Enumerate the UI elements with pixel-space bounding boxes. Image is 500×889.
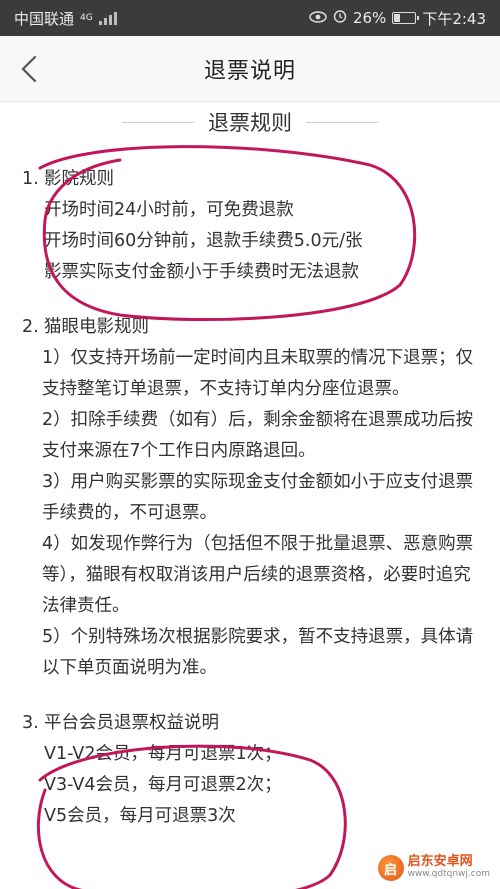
- status-bar: 中国联通 4G 26% 下午2:43: [0, 0, 500, 36]
- rule-title: 1. 影院规则: [22, 169, 114, 189]
- signal-icon: [98, 11, 117, 25]
- alarm-icon: [333, 9, 347, 27]
- rule-line: V3-V4会员，每月可退票2次；: [44, 775, 282, 795]
- watermark-name: 启东安卓网: [407, 854, 473, 869]
- rule-line: 1）仅支持开场前一定时间内且未取票的情况下退票；仅支持整笔订单退票，不支持订单内…: [42, 348, 474, 399]
- nav-bar: 退票说明: [0, 36, 500, 102]
- network-type: 4G: [80, 12, 93, 23]
- watermark: 启 启东安卓网 www.qdtqnwj.com: [373, 853, 494, 883]
- watermark-url: www.qdtqnwj.com: [407, 869, 490, 879]
- battery-icon: [392, 12, 420, 24]
- eye-icon: [309, 9, 327, 27]
- rule-line: 开场时间24小时前，可免费退款: [44, 200, 294, 220]
- rule-line: V5会员，每月可退票3次: [44, 806, 236, 826]
- status-time: 下午2:43: [422, 9, 486, 28]
- rules-list: 1. 影院规则 开场时间24小时前，可免费退款 开场时间60分钟前，退款手续费5.…: [0, 142, 500, 832]
- rule-body: 1）仅支持开场前一定时间内且未取票的情况下退票；仅支持整笔订单退票，不支持订单内…: [22, 343, 478, 684]
- rule-item: 1. 影院规则 开场时间24小时前，可免费退款 开场时间60分钟前，退款手续费5.…: [22, 164, 478, 288]
- refund-content: 退票规则 1. 影院规则 开场时间24小时前，可免费退款 开场时间60分钟前，退款…: [0, 102, 500, 889]
- status-right: 26% 下午2:43: [309, 8, 486, 29]
- rule-body: V1-V2会员，每月可退票1次； V3-V4会员，每月可退票2次； V5会员，每…: [22, 739, 478, 832]
- divider-right: [306, 121, 378, 123]
- back-button[interactable]: [14, 54, 44, 84]
- rule-line: 2）扣除手续费（如有）后，剩余金额将在退票成功后按支付来源在7个工作日内原路退回…: [42, 410, 474, 461]
- site-logo-icon: 启: [377, 855, 404, 881]
- rule-line: 5）个别特殊场次根据影院要求，暂不支持退票，具体请以下单页面说明为准。: [42, 627, 474, 678]
- rule-line: V1-V2会员，每月可退票1次；: [44, 744, 282, 764]
- rule-body: 开场时间24小时前，可免费退款 开场时间60分钟前，退款手续费5.0元/张 影票…: [22, 195, 478, 288]
- status-left: 中国联通 4G: [14, 8, 117, 29]
- rule-item: 3. 平台会员退票权益说明 V1-V2会员，每月可退票1次； V3-V4会员，每月…: [22, 708, 478, 832]
- rule-line: 3）用户购买影票的实际现金支付金额如小于应支付退票手续费的，不可退票。: [42, 472, 474, 523]
- rule-line: 4）如发现作弊行为（包括但不限于批量退票、恶意购票等），猫眼有权取消该用户后续的…: [42, 534, 474, 616]
- rule-line: 开场时间60分钟前，退款手续费5.0元/张: [44, 231, 363, 251]
- section-title: 退票规则: [208, 111, 292, 135]
- chevron-left-icon: [21, 55, 37, 83]
- carrier-name: 中国联通: [14, 9, 75, 28]
- page-title: 退票说明: [203, 58, 296, 84]
- divider-left: [122, 121, 194, 123]
- rule-title: 3. 平台会员退票权益说明: [22, 713, 219, 733]
- battery-percent: 26%: [352, 9, 387, 27]
- rule-title: 2. 猫眼电影规则: [22, 317, 149, 337]
- section-header: 退票规则: [0, 102, 500, 142]
- rule-line: 影票实际支付金额小于手续费时无法退款: [44, 262, 359, 282]
- rule-item: 2. 猫眼电影规则 1）仅支持开场前一定时间内且未取票的情况下退票；仅支持整笔订单…: [22, 312, 478, 684]
